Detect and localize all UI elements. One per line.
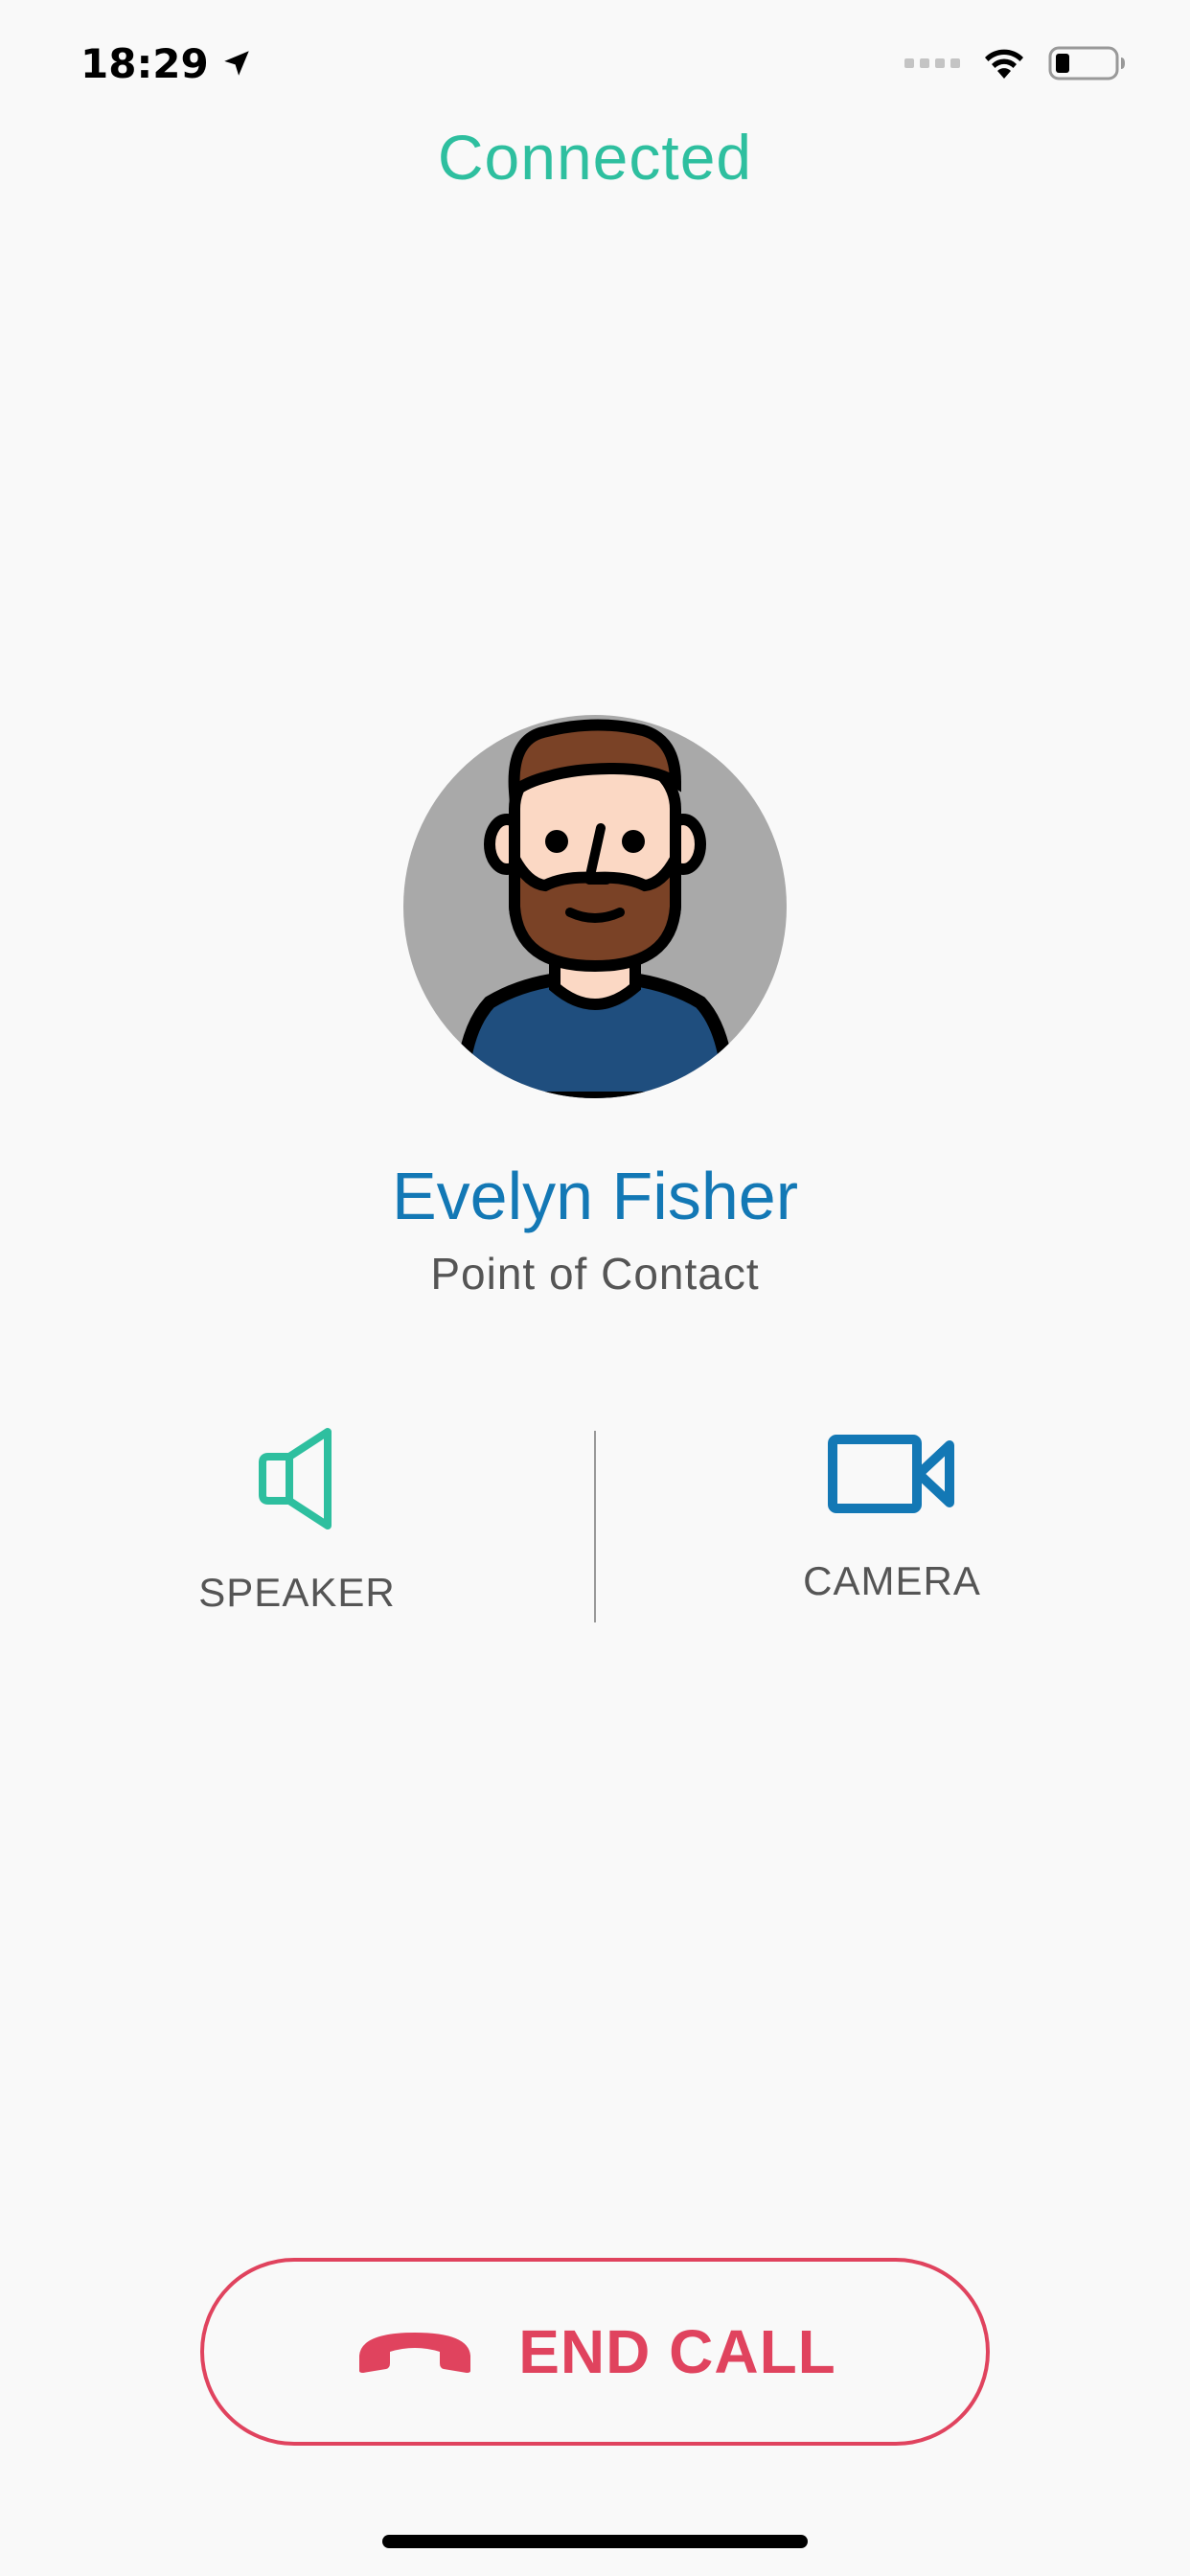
- location-arrow-icon: [223, 51, 249, 76]
- contact-name: Evelyn Fisher: [391, 1159, 799, 1233]
- home-indicator[interactable]: [382, 2535, 808, 2548]
- wifi-icon: [985, 49, 1023, 79]
- controls-divider: [594, 1431, 596, 1622]
- end-call-button[interactable]: END CALL: [200, 2258, 990, 2446]
- bearded-man-avatar-icon: [453, 719, 737, 1098]
- battery-low-icon: [1048, 46, 1125, 80]
- avatar: [403, 715, 787, 1098]
- camera-label: CAMERA: [803, 1558, 981, 1603]
- status-bar-time: 18:29: [80, 34, 253, 92]
- phone-hangup-icon: [359, 2333, 471, 2373]
- status-bar-indicators: [904, 38, 1127, 88]
- speaker-icon: [259, 1428, 332, 1530]
- cellular-signal-icon: [904, 58, 960, 68]
- end-call-label: END CALL: [518, 2317, 836, 2386]
- contact-role: Point of Contact: [430, 1249, 760, 1299]
- speaker-button[interactable]: SPEAKER: [144, 1426, 450, 1616]
- video-camera-icon: [828, 1435, 954, 1513]
- status-time-text: 18:29: [80, 39, 209, 87]
- call-status: Connected: [437, 122, 753, 193]
- speaker-label: SPEAKER: [198, 1570, 396, 1615]
- camera-button[interactable]: CAMERA: [739, 1434, 1045, 1604]
